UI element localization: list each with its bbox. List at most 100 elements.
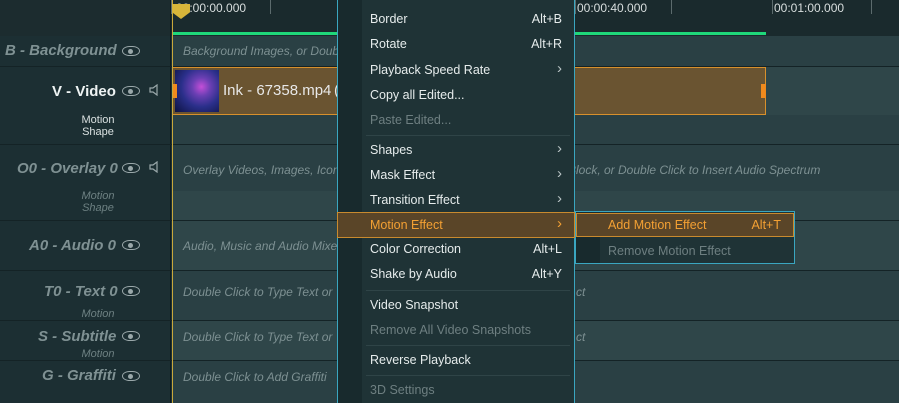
track-hint: Overlay Videos, Images, Icon bbox=[183, 163, 340, 177]
track-name: A0 - Audio 0 bbox=[29, 237, 116, 254]
context-menu: Border Alt+B Rotate Alt+R Playback Speed… bbox=[337, 0, 575, 403]
track-hint: Double Click to Add Graffiti bbox=[183, 370, 327, 384]
shape-label[interactable]: Shape bbox=[38, 202, 158, 214]
track-name: V - Video bbox=[52, 83, 116, 100]
menu-item-paste-edited: Paste Edited... bbox=[338, 108, 574, 133]
motion-label[interactable]: Motion bbox=[38, 308, 158, 320]
menu-item-label: Remove Motion Effect bbox=[608, 244, 731, 258]
menu-item-label: Shake by Audio bbox=[370, 267, 457, 281]
menu-item-label: Playback Speed Rate bbox=[370, 63, 491, 77]
menu-item-label: Motion Effect bbox=[370, 218, 443, 232]
menu-item-border[interactable]: Border Alt+B bbox=[338, 7, 574, 32]
eye-icon[interactable] bbox=[122, 331, 140, 341]
motion-label[interactable]: Motion bbox=[38, 190, 158, 202]
menu-item-label: Remove All Video Snapshots bbox=[370, 323, 531, 337]
menu-item-transition-effect[interactable]: Transition Effect › bbox=[338, 188, 574, 213]
chevron-right-icon: › bbox=[557, 60, 562, 77]
clip-right-handle[interactable] bbox=[761, 84, 766, 98]
track-header[interactable]: B - Background bbox=[0, 36, 171, 66]
menu-item-playback-speed[interactable]: Playback Speed Rate › bbox=[338, 58, 574, 83]
track-name: T0 - Text 0 bbox=[44, 283, 118, 300]
eye-icon[interactable] bbox=[122, 163, 140, 173]
track-hint: Double Click to Type Text or bbox=[183, 285, 333, 299]
eye-icon[interactable] bbox=[122, 371, 140, 381]
eye-icon[interactable] bbox=[122, 286, 140, 296]
ruler-tick bbox=[772, 0, 773, 14]
track-hint-continued: Block, or Double Click to Insert Audio S… bbox=[568, 163, 821, 177]
menu-item-label: Video Snapshot bbox=[370, 298, 459, 312]
ruler-tick bbox=[575, 0, 576, 14]
menu-separator bbox=[366, 290, 570, 291]
eye-icon[interactable] bbox=[122, 86, 140, 96]
menu-item-label: Mask Effect bbox=[370, 168, 436, 182]
menu-item-reverse-playback[interactable]: Reverse Playback bbox=[338, 348, 574, 373]
menu-item-mask-effect[interactable]: Mask Effect › bbox=[338, 163, 574, 188]
menu-separator bbox=[366, 345, 570, 346]
ruler-label-40s: 00:00:40.000 bbox=[577, 1, 648, 15]
submenu-item-remove-motion-effect: Remove Motion Effect bbox=[577, 240, 793, 262]
track-hint: Audio, Music and Audio Mixe bbox=[183, 239, 338, 253]
track-hint: Background Images, or Double bbox=[183, 44, 349, 58]
menu-item-shortcut: Alt+R bbox=[531, 37, 562, 51]
menu-item-shortcut: Alt+T bbox=[751, 218, 781, 232]
track-header[interactable]: G - Graffiti bbox=[0, 361, 171, 403]
menu-item-label: 3D Settings bbox=[370, 383, 435, 397]
track-header[interactable]: S - Subtitle Motion bbox=[0, 321, 171, 360]
speaker-icon[interactable] bbox=[149, 84, 161, 96]
clip-thumbnail bbox=[175, 70, 219, 112]
track-hint-continued: ct bbox=[576, 285, 586, 299]
menu-item-label: Border bbox=[370, 12, 408, 26]
menu-separator bbox=[366, 135, 570, 136]
menu-item-copy-edited[interactable]: Copy all Edited... bbox=[338, 83, 574, 108]
ruler-corner bbox=[0, 0, 171, 36]
menu-item-label: Paste Edited... bbox=[370, 113, 452, 127]
menu-item-color-correction[interactable]: Color Correction Alt+L bbox=[338, 237, 574, 262]
menu-item-rotate[interactable]: Rotate Alt+R bbox=[338, 32, 574, 57]
ruler-label-60s: 00:01:00.000 bbox=[774, 1, 845, 15]
menu-item-video-snapshot[interactable]: Video Snapshot bbox=[338, 293, 574, 318]
menu-item-shake-by-audio[interactable]: Shake by Audio Alt+Y bbox=[338, 262, 574, 287]
menu-item-label: Reverse Playback bbox=[370, 353, 471, 367]
chevron-right-icon: › bbox=[557, 215, 562, 232]
menu-item-motion-effect[interactable]: Motion Effect › bbox=[337, 212, 575, 238]
chevron-right-icon: › bbox=[557, 165, 562, 182]
track-name: S - Subtitle bbox=[38, 328, 117, 345]
ruler-tick bbox=[270, 0, 271, 14]
track-hint: Double Click to Type Text or bbox=[183, 330, 333, 344]
submenu-item-add-motion-effect[interactable]: Add Motion Effect Alt+T bbox=[576, 213, 794, 237]
eye-icon[interactable] bbox=[122, 240, 140, 250]
motion-label[interactable]: Motion bbox=[38, 114, 158, 126]
menu-item-label: Transition Effect bbox=[370, 193, 460, 207]
track-header[interactable]: A0 - Audio 0 bbox=[0, 221, 171, 270]
speaker-icon[interactable] bbox=[149, 161, 161, 173]
chevron-right-icon: › bbox=[557, 190, 562, 207]
track-hint-continued: ct bbox=[576, 330, 586, 344]
ruler-tick bbox=[671, 0, 672, 14]
menu-separator bbox=[366, 375, 570, 376]
track-name: B - Background bbox=[5, 42, 117, 59]
ruler-tick bbox=[871, 0, 872, 14]
track-header[interactable]: T0 - Text 0 Motion bbox=[0, 271, 171, 320]
menu-item-shortcut: Alt+L bbox=[533, 242, 562, 256]
chevron-right-icon: › bbox=[557, 140, 562, 157]
menu-item-label: Color Correction bbox=[370, 242, 462, 256]
track-name: G - Graffiti bbox=[42, 367, 116, 384]
menu-item-shortcut: Alt+B bbox=[531, 12, 562, 26]
menu-item-shapes[interactable]: Shapes › bbox=[338, 138, 574, 163]
menu-item-remove-snapshots: Remove All Video Snapshots bbox=[338, 318, 574, 343]
motion-effect-submenu: Add Motion Effect Alt+T Remove Motion Ef… bbox=[575, 211, 795, 264]
track-name: O0 - Overlay 0 bbox=[17, 160, 118, 177]
menu-item-shortcut: Alt+Y bbox=[531, 267, 562, 281]
menu-item-label: Add Motion Effect bbox=[608, 218, 707, 232]
track-header[interactable]: O0 - Overlay 0 Motion Shape bbox=[0, 145, 171, 220]
menu-item-label: Rotate bbox=[370, 37, 407, 51]
shape-label[interactable]: Shape bbox=[38, 126, 158, 138]
motion-label[interactable]: Motion bbox=[38, 348, 158, 360]
menu-item-label: Copy all Edited... bbox=[370, 88, 465, 102]
clip-name: Ink - 67358.mp4 bbox=[223, 82, 332, 99]
menu-item-label: Shapes bbox=[370, 143, 413, 157]
menu-item-3d-settings: 3D Settings bbox=[338, 378, 574, 403]
track-header[interactable]: V - Video Motion Shape bbox=[0, 67, 171, 144]
eye-icon[interactable] bbox=[122, 46, 140, 56]
playhead-line bbox=[172, 0, 173, 403]
